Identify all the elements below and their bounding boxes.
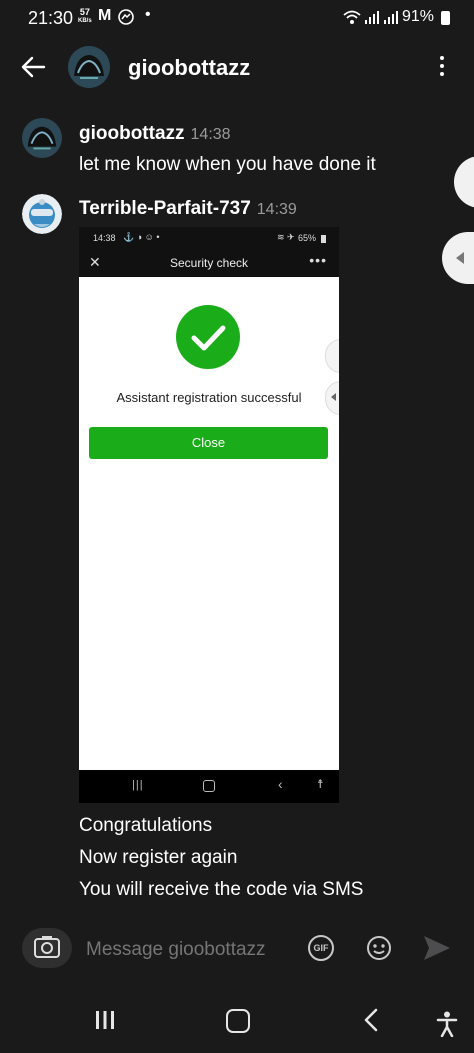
success-message: Assistant registration successful bbox=[116, 390, 302, 405]
signal-icon bbox=[365, 11, 379, 24]
battery-icon bbox=[441, 11, 450, 25]
caret-left-icon bbox=[331, 393, 336, 401]
message-time: 14:38 bbox=[190, 126, 231, 143]
embedded-status-bar: 14:38 ⚓ ◑ ☺ • ≋ ✈ 65% bbox=[79, 227, 339, 249]
avatar-image bbox=[22, 194, 62, 234]
message-username[interactable]: Terrible-Parfait-737 bbox=[79, 198, 251, 219]
more-options-icon: ••• bbox=[309, 252, 327, 268]
attached-image[interactable]: 14:38 ⚓ ◑ ☺ • ≋ ✈ 65% ✕ Security check •… bbox=[79, 227, 339, 803]
avatar-image bbox=[68, 46, 110, 88]
battery-percent: 91% bbox=[402, 8, 435, 25]
back-arrow-icon[interactable] bbox=[18, 52, 48, 82]
recents-icon[interactable] bbox=[94, 1009, 116, 1031]
caret-left-icon bbox=[456, 252, 464, 264]
side-handle bbox=[325, 339, 339, 373]
avatar-image bbox=[22, 118, 62, 158]
more-options-icon[interactable] bbox=[436, 56, 448, 80]
message-time: 14:39 bbox=[256, 201, 297, 218]
message-input[interactable] bbox=[86, 939, 286, 961]
message-text: Now register again bbox=[79, 847, 238, 868]
network-speed: 57 KB/s bbox=[78, 8, 92, 26]
avatar[interactable] bbox=[22, 194, 62, 234]
back-icon: ‹ bbox=[278, 776, 283, 792]
dot-icon: • bbox=[145, 6, 151, 23]
network-speed-unit: KB/s bbox=[78, 18, 92, 24]
airplane-icon: ✈ bbox=[287, 232, 295, 242]
accessibility-icon: ☨ bbox=[317, 777, 324, 791]
wifi-icon bbox=[343, 10, 361, 24]
message-text: Congratulations bbox=[79, 815, 213, 836]
message-header: gioobottazz 14:38 bbox=[79, 123, 231, 145]
home-icon[interactable] bbox=[226, 1009, 250, 1033]
battery-icon bbox=[321, 235, 326, 243]
gif-button[interactable]: GIF bbox=[308, 935, 334, 961]
side-handle bbox=[325, 381, 339, 415]
embedded-title-bar: ✕ Security check ••• bbox=[79, 249, 339, 277]
embedded-title: Security check bbox=[169, 256, 249, 270]
home-icon bbox=[203, 780, 215, 792]
gmail-icon: M bbox=[98, 7, 112, 24]
embedded-nav-bar: ||| ‹ ☨ bbox=[79, 770, 339, 803]
message-username[interactable]: gioobottazz bbox=[79, 123, 185, 144]
status-bar: 21:30 57 KB/s M • 91% bbox=[0, 0, 474, 36]
conversation-title: gioobottazz bbox=[128, 55, 251, 80]
system-nav-bar bbox=[0, 995, 474, 1053]
wifi-icon: ≋ bbox=[277, 232, 285, 242]
status-time: 21:30 bbox=[28, 8, 74, 28]
embedded-status-time: 14:38 bbox=[93, 233, 116, 243]
close-button: Close bbox=[89, 427, 328, 459]
network-speed-value: 57 bbox=[79, 7, 90, 17]
side-panel-handle[interactable] bbox=[454, 156, 474, 208]
success-check-icon bbox=[176, 305, 240, 369]
accessibility-icon[interactable] bbox=[436, 1011, 458, 1037]
avatar[interactable] bbox=[22, 118, 62, 158]
side-panel-handle[interactable] bbox=[442, 232, 474, 284]
embedded-battery: 65% bbox=[298, 233, 317, 243]
camera-icon bbox=[34, 936, 60, 958]
camera-button[interactable] bbox=[22, 928, 72, 968]
message-header: Terrible-Parfait-737 14:39 bbox=[79, 198, 297, 220]
back-icon[interactable] bbox=[362, 1008, 380, 1032]
recents-icon: ||| bbox=[132, 779, 144, 791]
embedded-content: Assistant registration successful Close bbox=[79, 277, 339, 770]
signal-icon bbox=[384, 11, 398, 24]
send-icon[interactable] bbox=[422, 934, 452, 962]
message-text: let me know when you have done it bbox=[79, 154, 376, 175]
emoji-icon[interactable] bbox=[366, 935, 392, 961]
avatar[interactable] bbox=[68, 46, 110, 88]
messenger-icon bbox=[118, 9, 134, 25]
message-text: You will receive the code via SMS bbox=[79, 879, 364, 900]
notification-icons: ⚓ ◑ ☺ • bbox=[123, 232, 160, 242]
